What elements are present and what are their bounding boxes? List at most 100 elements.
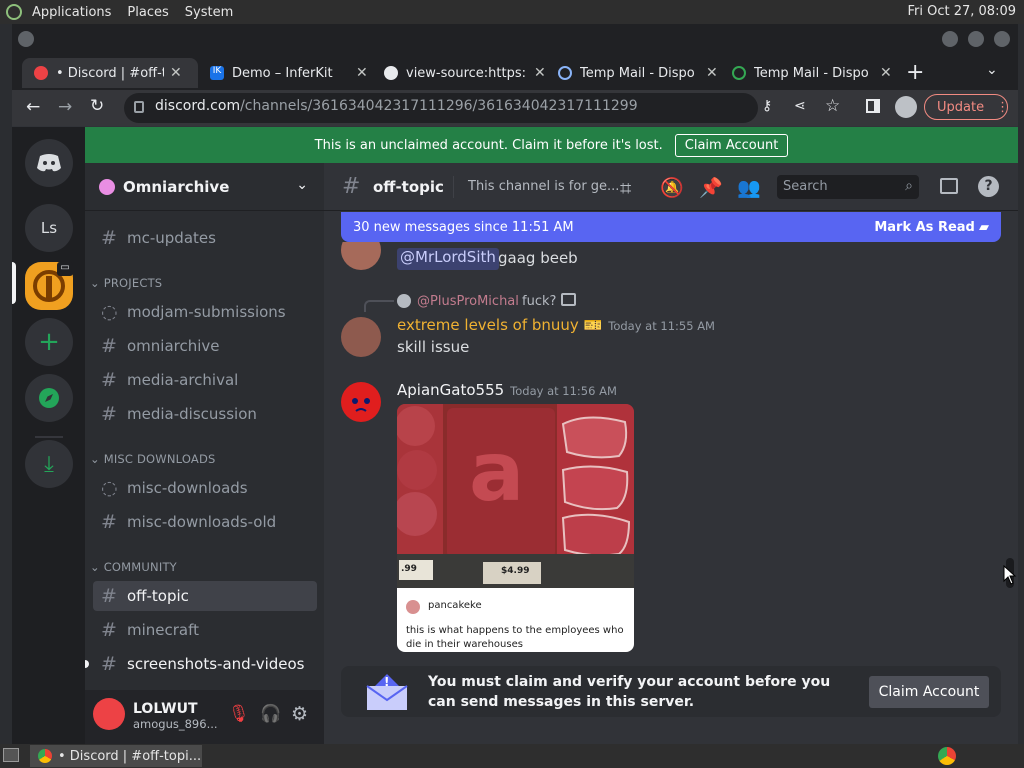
tab-temp-mail-2[interactable]: Temp Mail - Dispo ✕ (720, 58, 896, 88)
direct-messages-icon[interactable] (25, 139, 73, 187)
hash-icon: # (101, 403, 117, 425)
channel-label: misc-downloads-old (127, 513, 277, 531)
user-mention[interactable]: @MrLordSith (397, 248, 499, 270)
inbox-icon[interactable] (940, 178, 958, 194)
new-tab-icon[interactable]: + (906, 60, 924, 85)
help-icon[interactable]: ? (978, 176, 999, 197)
threads-icon[interactable]: ⌗ (620, 176, 631, 200)
tab-inferkit[interactable]: IK Demo – InferKit ✕ (198, 58, 370, 88)
category-projects[interactable]: ⌄ PROJECTS (90, 276, 162, 290)
minimize-icon[interactable] (942, 31, 958, 47)
mark-as-read-label: Mark As Read (874, 219, 975, 235)
banner-claim-button[interactable]: Claim Account (674, 133, 789, 157)
mark-as-read-button[interactable]: Mark As Read ▰ (874, 220, 989, 235)
taskbar-window-discord[interactable]: • Discord | #off-topi... (30, 745, 202, 767)
key-icon[interactable]: ⚷ (762, 98, 772, 114)
window-titlebar[interactable] (12, 24, 1018, 54)
message-timestamp: Today at 11:56 AM (510, 384, 617, 398)
close-tab-icon[interactable]: ✕ (880, 65, 892, 81)
channel-mc-updates[interactable]: # mc-updates (93, 223, 317, 253)
channel-label: screenshots-and-videos (127, 655, 305, 673)
os-top-bar: Applications Places System (0, 0, 1024, 24)
close-tab-icon[interactable]: ✕ (706, 65, 718, 81)
close-tab-icon[interactable]: ✕ (534, 65, 546, 81)
channel-minecraft[interactable]: # minecraft (93, 615, 317, 645)
settings-gear-icon[interactable]: ⚙ (291, 703, 308, 725)
channel-modjam-submissions[interactable]: ◌ modjam-submissions (93, 297, 317, 327)
category-community[interactable]: ⌄ COMMUNITY (90, 560, 177, 574)
os-logo-icon[interactable] (6, 4, 22, 20)
channel-label: modjam-submissions (127, 303, 286, 321)
message-avatar[interactable] (341, 382, 381, 422)
server-ls[interactable]: Ls (25, 204, 73, 252)
lock-icon[interactable] (134, 101, 144, 113)
close-tab-icon[interactable]: ✕ (170, 65, 182, 81)
temp-mail-favicon-icon (732, 66, 746, 80)
close-window-icon[interactable] (994, 31, 1010, 47)
search-placeholder: Search (783, 179, 828, 194)
side-panel-icon[interactable] (866, 99, 880, 113)
back-icon[interactable]: ← (26, 97, 40, 117)
add-server-icon[interactable]: + (25, 318, 73, 366)
show-desktop-icon[interactable] (3, 748, 19, 762)
kebab-menu-icon[interactable]: ⋮ (996, 100, 1009, 115)
claim-account-button[interactable]: Claim Account (869, 676, 989, 708)
tab-title: Temp Mail - Dispo (580, 65, 695, 81)
tab-temp-mail-1[interactable]: Temp Mail - Dispo ✕ (546, 58, 722, 88)
close-tab-icon[interactable]: ✕ (356, 65, 368, 81)
profile-avatar-icon[interactable] (895, 96, 917, 118)
url-text[interactable]: discord.com/channels/361634042317111296/… (155, 98, 638, 114)
user-avatar[interactable] (93, 698, 125, 730)
channel-label: minecraft (127, 621, 200, 639)
clock[interactable]: Fri Oct 27, 08:09 (907, 4, 1016, 19)
mute-bell-icon[interactable]: 🔕 (660, 176, 684, 199)
maximize-icon[interactable] (968, 31, 984, 47)
github-favicon-icon (384, 66, 398, 80)
reply-author[interactable]: @PlusProMichal (417, 294, 519, 309)
image-caption-card: pancakeke this is what happens to the em… (397, 588, 634, 652)
reload-icon[interactable]: ↻ (90, 96, 104, 116)
category-misc-downloads[interactable]: ⌄ MISC DOWNLOADS (90, 452, 216, 466)
update-button[interactable]: Update ⋮ (924, 94, 1009, 120)
search-input[interactable]: Search ⌕ (777, 175, 919, 199)
guild-header[interactable]: Omniarchive ⌄ (85, 163, 324, 211)
chrome-icon (38, 749, 52, 763)
channel-media-archival[interactable]: # media-archival (93, 365, 317, 395)
hash-icon: # (101, 369, 117, 391)
headphones-icon[interactable]: 🎧 (260, 704, 281, 724)
bookmark-star-icon[interactable]: ☆ (825, 96, 840, 116)
hash-icon: # (101, 619, 117, 641)
message-author[interactable]: ApianGato555 Today at 11:56 AM (397, 381, 617, 399)
reply-preview[interactable]: fuck? (522, 294, 556, 309)
chrome-tray-icon[interactable] (938, 747, 956, 765)
places-menu[interactable]: Places (127, 5, 168, 20)
channel-screenshots-and-videos[interactable]: # screenshots-and-videos (93, 649, 317, 679)
window-menu-icon[interactable] (18, 31, 34, 47)
forward-icon[interactable]: → (58, 97, 72, 117)
pinned-icon[interactable]: 📌 (699, 176, 723, 199)
tab-search-icon[interactable]: ⌄ (986, 62, 998, 78)
download-apps-icon[interactable]: ⤓ (25, 440, 73, 488)
author-name: ApianGato555 (397, 381, 505, 399)
channel-off-topic[interactable]: # off-topic (93, 581, 317, 611)
channel-misc-downloads[interactable]: ◌ misc-downloads (93, 473, 317, 503)
new-messages-bar[interactable]: 30 new messages since 11:51 AM Mark As R… (341, 212, 1001, 242)
system-menu[interactable]: System (185, 5, 233, 20)
channel-topic[interactable]: This channel is for ge... (468, 179, 619, 194)
muted-mic-icon[interactable]: 🎙 (228, 704, 250, 724)
meat-image[interactable]: a .99 $4.99 (397, 404, 634, 588)
inferkit-favicon-icon: IK (210, 66, 224, 80)
member-list-icon[interactable]: 👥 (737, 176, 761, 199)
applications-menu[interactable]: Applications (32, 5, 111, 20)
explore-compass-icon[interactable] (25, 374, 73, 422)
channel-misc-downloads-old[interactable]: # misc-downloads-old (93, 507, 317, 537)
tab-discord[interactable]: • Discord | #off-topic ✕ (22, 58, 198, 88)
message-avatar[interactable] (341, 317, 381, 357)
username: LOLWUT (133, 701, 198, 717)
tab-view-source[interactable]: view-source:https: ✕ (372, 58, 548, 88)
share-icon[interactable]: ⋖ (794, 98, 806, 114)
category-label: COMMUNITY (103, 560, 177, 574)
channel-omniarchive[interactable]: # omniarchive (93, 331, 317, 361)
message-author[interactable]: extreme levels of bnuuy 🎫 Today at 11:55 … (397, 316, 715, 334)
channel-media-discussion[interactable]: # media-discussion (93, 399, 317, 429)
